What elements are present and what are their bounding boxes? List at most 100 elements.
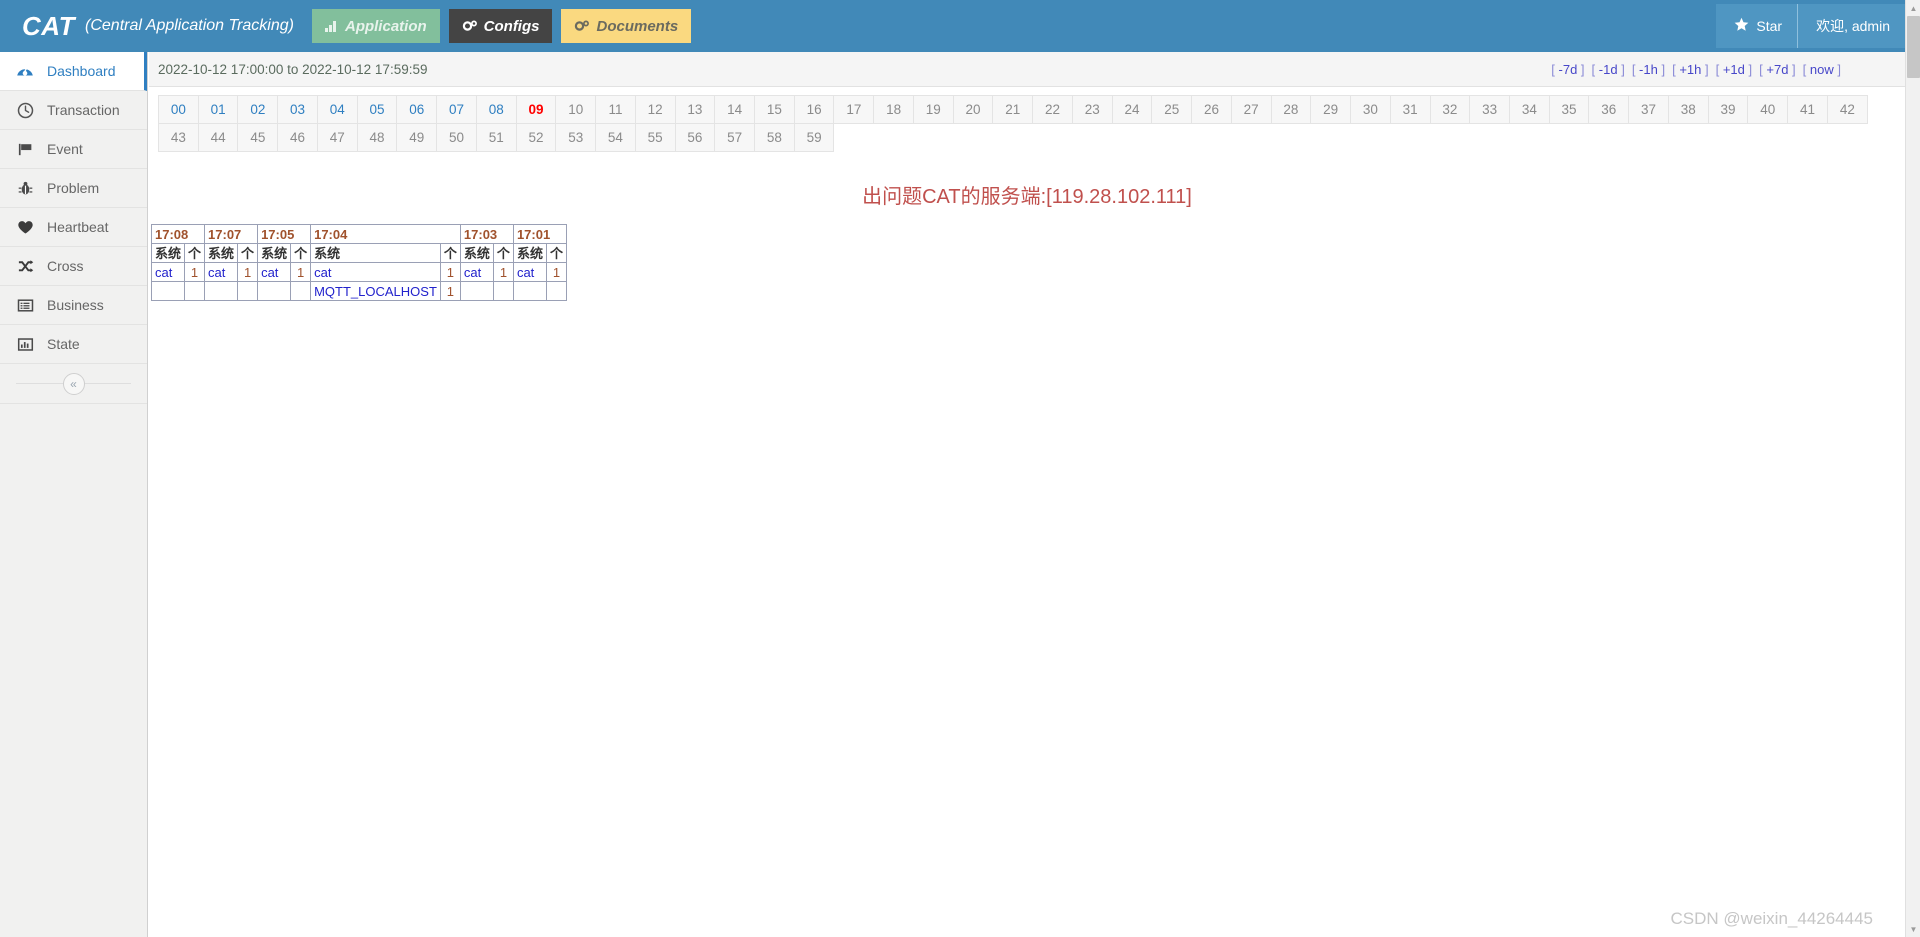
report-col-header-system: 系统 xyxy=(459,243,494,263)
sidebar-item-label: Business xyxy=(47,297,104,313)
nav-tab-configs-label: Configs xyxy=(483,17,540,35)
sidebar-item-event[interactable]: Event xyxy=(0,130,147,169)
minute-cell-empty xyxy=(913,123,954,152)
report-col-header-count: 个 xyxy=(545,243,567,263)
sidebar: Dashboard Transaction Event Problem Hear… xyxy=(0,52,148,937)
minute-cell-09[interactable]: 09 xyxy=(515,95,557,124)
minute-cell-03[interactable]: 03 xyxy=(277,95,318,124)
bug-icon xyxy=(16,179,34,197)
scrollbar-thumb[interactable] xyxy=(1907,16,1920,78)
minute-cell-empty xyxy=(1588,123,1629,152)
report-cell-empty xyxy=(150,281,186,301)
star-icon xyxy=(1734,17,1749,35)
minute-cell-empty xyxy=(1390,123,1430,152)
sidebar-item-label: Transaction xyxy=(47,102,120,118)
minute-cell-15: 15 xyxy=(754,95,795,124)
report-cell-empty xyxy=(545,281,567,301)
minute-cell-22: 22 xyxy=(1032,95,1073,124)
minute-cell-10: 10 xyxy=(555,95,597,124)
minute-cell-02[interactable]: 02 xyxy=(237,95,279,124)
report-column-header-row: 系统个系统个系统个系统个系统个系统个 xyxy=(150,243,567,263)
minute-cell-06[interactable]: 06 xyxy=(396,95,438,124)
sidebar-item-problem[interactable]: Problem xyxy=(0,169,147,208)
time-jump-link-minus1d[interactable]: [ -1d ] xyxy=(1592,62,1625,77)
star-button[interactable]: Star xyxy=(1716,4,1798,48)
minute-cell-05[interactable]: 05 xyxy=(356,95,398,124)
sidebar-item-business[interactable]: Business xyxy=(0,286,147,325)
list-icon xyxy=(16,296,34,314)
nav-tab-documents-label: Documents xyxy=(596,17,679,35)
triangle-up-icon[interactable]: ▲ xyxy=(1906,0,1920,16)
minute-cell-26: 26 xyxy=(1191,95,1232,124)
minute-cell-14: 14 xyxy=(714,95,756,124)
report-system-name[interactable]: cat xyxy=(204,262,239,282)
minute-cell-00[interactable]: 00 xyxy=(158,95,199,124)
sidebar-item-dashboard[interactable]: Dashboard xyxy=(0,52,147,91)
user-greeting[interactable]: 欢迎, admin xyxy=(1798,4,1908,48)
bar-chart-icon xyxy=(324,20,339,32)
report-cell-empty xyxy=(459,281,494,301)
report-system-count: 1 xyxy=(290,262,312,282)
minute-cell-52: 52 xyxy=(515,123,557,152)
report-system-name[interactable]: cat xyxy=(257,262,292,282)
minute-cell-empty xyxy=(953,123,993,152)
main-content: 2022-10-12 17:00:00 to 2022-10-12 17:59:… xyxy=(149,52,1905,937)
sidebar-item-cross[interactable]: Cross xyxy=(0,247,147,286)
report-system-count: 1 xyxy=(237,262,259,282)
minute-cell-empty xyxy=(1271,123,1311,152)
time-jump-link-minus7d[interactable]: [ -7d ] xyxy=(1551,62,1584,77)
minute-cell-34: 34 xyxy=(1508,95,1550,124)
report-system-name[interactable]: cat xyxy=(512,262,547,282)
nav-tab-application-label: Application xyxy=(344,17,427,35)
minute-cell-57: 57 xyxy=(714,123,756,152)
nav-tab-configs[interactable]: Configs xyxy=(448,9,553,43)
header-right-group: Star 欢迎, admin xyxy=(1716,4,1908,48)
minute-cell-01[interactable]: 01 xyxy=(197,95,239,124)
minute-cell-04[interactable]: 04 xyxy=(316,95,358,124)
sidebar-item-label: Cross xyxy=(47,258,84,274)
heart-icon xyxy=(16,218,34,236)
time-jump-link-now[interactable]: [ now ] xyxy=(1803,62,1841,77)
triangle-down-icon[interactable]: ▼ xyxy=(1906,921,1920,937)
report-cell-empty xyxy=(204,281,239,301)
minute-cell-45: 45 xyxy=(237,123,279,152)
report-system-name[interactable]: cat xyxy=(150,262,186,282)
page-scrollbar[interactable]: ▲ ▼ xyxy=(1905,0,1920,937)
nav-tab-documents[interactable]: Documents xyxy=(561,9,692,43)
app-logo[interactable]: CAT xyxy=(22,11,75,42)
dashboard-gauge-icon xyxy=(16,62,34,80)
report-system-name[interactable]: cat xyxy=(310,262,441,282)
minute-cell-49: 49 xyxy=(396,123,438,152)
chevron-double-left-icon[interactable]: « xyxy=(62,372,85,395)
watermark-text: CSDN @weixin_44264445 xyxy=(1670,909,1873,928)
sidebar-item-label: State xyxy=(47,336,80,352)
nav-tab-application[interactable]: Application xyxy=(311,9,440,43)
minute-cell-07[interactable]: 07 xyxy=(436,95,477,124)
minute-cell-28: 28 xyxy=(1270,95,1312,124)
app-subtitle: (Central Application Tracking) xyxy=(85,17,294,34)
sidebar-item-heartbeat[interactable]: Heartbeat xyxy=(0,208,147,247)
time-jump-link-plus1h[interactable]: [ +1h ] xyxy=(1672,62,1709,77)
minute-cell-empty xyxy=(1112,123,1152,152)
sidebar-item-state[interactable]: State xyxy=(0,325,147,364)
time-jump-link-minus1h[interactable]: [ -1h ] xyxy=(1632,62,1665,77)
minute-cell-27: 27 xyxy=(1230,95,1272,124)
sidebar-item-label: Heartbeat xyxy=(47,219,109,235)
star-button-label: Star xyxy=(1756,18,1783,34)
report-col-header-system: 系统 xyxy=(512,243,547,263)
time-jump-link-plus1d[interactable]: [ +1d ] xyxy=(1716,62,1753,77)
report-system-name[interactable]: MQTT_LOCALHOST xyxy=(310,281,441,301)
minute-cell-empty xyxy=(1310,123,1351,152)
sidebar-item-transaction[interactable]: Transaction xyxy=(0,91,147,130)
minute-cell-44: 44 xyxy=(197,123,239,152)
report-time-header: 17:03 xyxy=(459,224,514,244)
report-col-header-count: 个 xyxy=(439,243,461,263)
report-system-name[interactable]: cat xyxy=(459,262,494,282)
minute-cell-08[interactable]: 08 xyxy=(475,95,517,124)
time-jump-link-plus7d[interactable]: [ +7d ] xyxy=(1759,62,1796,77)
minute-cell-empty xyxy=(1827,123,1868,152)
minute-cell-empty xyxy=(1549,123,1589,152)
shuffle-icon xyxy=(16,257,34,275)
report-cell-empty xyxy=(290,281,312,301)
clock-icon xyxy=(16,101,34,119)
